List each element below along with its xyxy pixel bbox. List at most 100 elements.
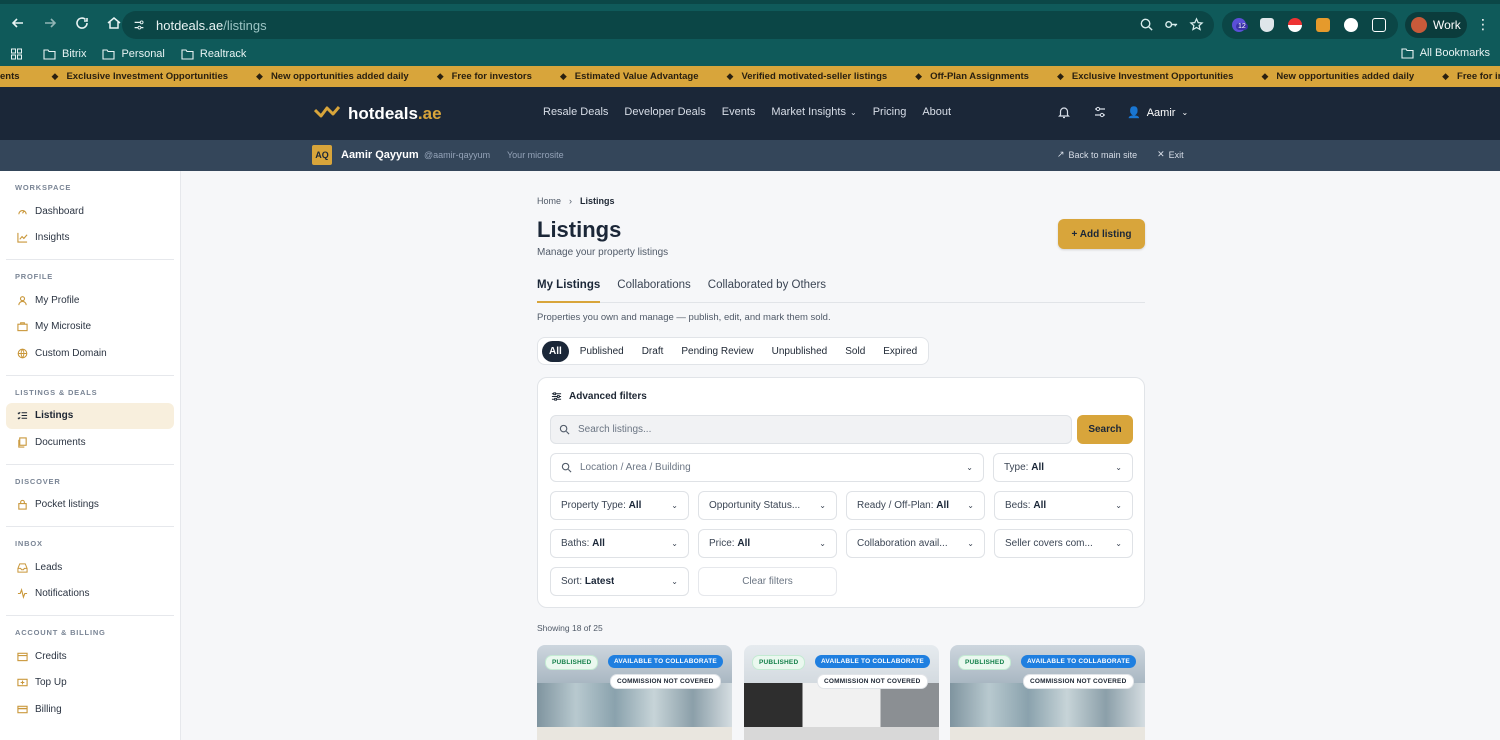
- opportunity-status-select[interactable]: Opportunity Status... ⌄: [698, 491, 837, 520]
- ready-offplan-select[interactable]: Ready / Off-Plan: All ⌄: [846, 491, 985, 520]
- collaboration-available-select[interactable]: Collaboration avail... ⌄: [846, 529, 985, 558]
- profile-avatar: [1411, 17, 1427, 33]
- status-pill-unpublished[interactable]: Unpublished: [765, 341, 835, 362]
- location-select[interactable]: Location / Area / Building ⌄: [550, 453, 984, 482]
- bookmark-folder-realtrack[interactable]: Realtrack: [181, 48, 246, 60]
- user-menu[interactable]: 👤 Aamir ⌄: [1127, 106, 1188, 120]
- sidebar-item-credits[interactable]: Credits: [6, 643, 174, 670]
- sidebar-section-profile: PROFILE My Profile My Microsite Custom D…: [6, 259, 174, 367]
- tab-collaborated-by-others[interactable]: Collaborated by Others: [708, 279, 826, 303]
- clear-filters-button[interactable]: Clear filters: [698, 567, 837, 596]
- sidebar-item-notifications[interactable]: Notifications: [6, 581, 174, 608]
- search-input[interactable]: Search listings...: [550, 415, 1072, 444]
- browser-menu-icon[interactable]: ⋮: [1476, 16, 1490, 33]
- sidebar-item-leads[interactable]: Leads: [6, 554, 174, 581]
- close-icon: ✕: [1157, 149, 1165, 159]
- listing-card[interactable]: PUBLISHED AVAILABLE TO COLLABORATE COMMI…: [537, 645, 732, 740]
- listing-card[interactable]: PUBLISHED AVAILABLE TO COLLABORATE COMMI…: [744, 645, 939, 740]
- diamond-icon: ◆: [256, 71, 263, 81]
- type-select[interactable]: Type: All ⌄: [993, 453, 1133, 482]
- price-select[interactable]: Price: All ⌄: [698, 529, 837, 558]
- baths-select[interactable]: Baths: All ⌄: [550, 529, 689, 558]
- listing-card[interactable]: PUBLISHED AVAILABLE TO COLLABORATE COMMI…: [950, 645, 1145, 740]
- status-pill-expired[interactable]: Expired: [876, 341, 924, 362]
- pokeball-extension-icon[interactable]: [1288, 18, 1302, 32]
- back-icon[interactable]: [4, 9, 32, 37]
- nav-events[interactable]: Events: [722, 106, 756, 118]
- sidebar-item-custom-domain[interactable]: Custom Domain: [6, 340, 174, 367]
- user-icon: [18, 295, 27, 305]
- sidebar-item-listings[interactable]: Listings: [6, 402, 174, 429]
- box-extension-icon[interactable]: [1316, 18, 1330, 32]
- status-badge: PUBLISHED: [958, 655, 1012, 670]
- ticker-item: ◆ Free for in: [1442, 71, 1500, 82]
- sidebar-item-my-microsite[interactable]: My Microsite: [6, 314, 174, 341]
- collaborate-badge: AVAILABLE TO COLLABORATE: [815, 655, 930, 668]
- seller-covers-commission-select[interactable]: Seller covers com... ⌄: [994, 529, 1133, 558]
- nav-about[interactable]: About: [922, 106, 951, 118]
- status-pill-draft[interactable]: Draft: [635, 341, 671, 362]
- bookmark-folder-personal[interactable]: Personal: [102, 48, 165, 60]
- zoom-icon[interactable]: [1139, 17, 1154, 32]
- shield-extension-icon[interactable]: [1260, 18, 1274, 32]
- breadcrumb-current: Listings: [580, 196, 615, 206]
- sidebar-item-top-up[interactable]: Top Up: [6, 670, 174, 697]
- tab-my-listings[interactable]: My Listings: [537, 279, 601, 303]
- search-button[interactable]: Search: [1077, 415, 1133, 444]
- site-logo[interactable]: hotdeals.ae: [313, 102, 442, 125]
- status-pill-all[interactable]: All: [542, 340, 569, 362]
- reload-icon[interactable]: [68, 9, 96, 37]
- forward-icon[interactable]: [36, 9, 64, 37]
- tab-collaborations[interactable]: Collaborations: [617, 279, 691, 303]
- status-pill-published[interactable]: Published: [573, 341, 631, 362]
- chevron-down-icon: ⌄: [967, 539, 974, 548]
- breadcrumb-home[interactable]: Home: [537, 196, 561, 206]
- ticker-item: ◆ New opportunities added daily: [1261, 71, 1415, 82]
- sidebar-item-my-profile[interactable]: My Profile: [6, 287, 174, 314]
- all-bookmarks[interactable]: All Bookmarks: [1401, 47, 1490, 59]
- diamond-icon: ◆: [51, 71, 59, 81]
- status-pill-sold[interactable]: Sold: [838, 341, 872, 362]
- extension-badge-count: 12: [1236, 23, 1248, 30]
- apps-grid-icon[interactable]: [10, 48, 23, 60]
- page-subtitle: Manage your property listings: [537, 247, 669, 258]
- listing-photo-floor: [537, 727, 732, 740]
- password-key-icon[interactable]: [1164, 17, 1179, 32]
- address-bar[interactable]: hotdeals.ae/listings: [122, 11, 1214, 39]
- bookmark-folder-bitrix[interactable]: Bitrix: [43, 48, 86, 60]
- status-pill-pending-review[interactable]: Pending Review: [674, 341, 760, 362]
- sidebar-item-insights[interactable]: Insights: [6, 225, 174, 252]
- puzzle-extensions-icon[interactable]: [1372, 18, 1386, 32]
- sidebar-item-documents[interactable]: Documents: [6, 429, 174, 456]
- nav-pricing[interactable]: Pricing: [873, 106, 907, 118]
- sidebar-item-billing[interactable]: Billing: [6, 696, 174, 723]
- avatar: AQ: [312, 145, 332, 165]
- sort-select[interactable]: Sort: Latest ⌄: [550, 567, 689, 596]
- nav-resale-deals[interactable]: Resale Deals: [543, 106, 608, 118]
- profile-button[interactable]: Work: [1405, 12, 1467, 38]
- sidebar-item-pocket-listings[interactable]: Pocket listings: [6, 492, 174, 519]
- user-name: Aamir: [1146, 106, 1176, 119]
- chevron-down-icon: ⌄: [671, 577, 678, 586]
- diamond-icon: ◆: [1056, 71, 1064, 81]
- bell-icon[interactable]: [1057, 105, 1071, 119]
- diamond-icon: ◆: [436, 71, 444, 81]
- sliders-icon[interactable]: [1093, 105, 1107, 119]
- tab-description: Properties you own and manage — publish,…: [537, 312, 831, 323]
- folder-icon: [181, 49, 194, 60]
- back-to-main-site-link[interactable]: ↗ Back to main site: [1057, 149, 1137, 160]
- nav-developer-deals[interactable]: Developer Deals: [624, 106, 705, 118]
- beds-select[interactable]: Beds: All ⌄: [994, 491, 1133, 520]
- add-listing-button[interactable]: + Add listing: [1058, 219, 1145, 249]
- inbox-icon: [17, 563, 28, 573]
- exit-link[interactable]: ✕ Exit: [1157, 149, 1184, 160]
- microsite-label[interactable]: Your microsite: [507, 150, 564, 160]
- property-type-select[interactable]: Property Type: All ⌄: [550, 491, 689, 520]
- bookmark-star-icon[interactable]: [1189, 17, 1204, 32]
- lock-icon: [18, 500, 27, 510]
- extension-badge-icon[interactable]: 12: [1232, 18, 1248, 32]
- site-settings-icon[interactable]: [132, 18, 146, 32]
- openai-extension-icon[interactable]: [1344, 18, 1358, 32]
- nav-market-insights[interactable]: Market Insights ⌄: [771, 106, 856, 118]
- sidebar-item-dashboard[interactable]: Dashboard: [6, 198, 174, 225]
